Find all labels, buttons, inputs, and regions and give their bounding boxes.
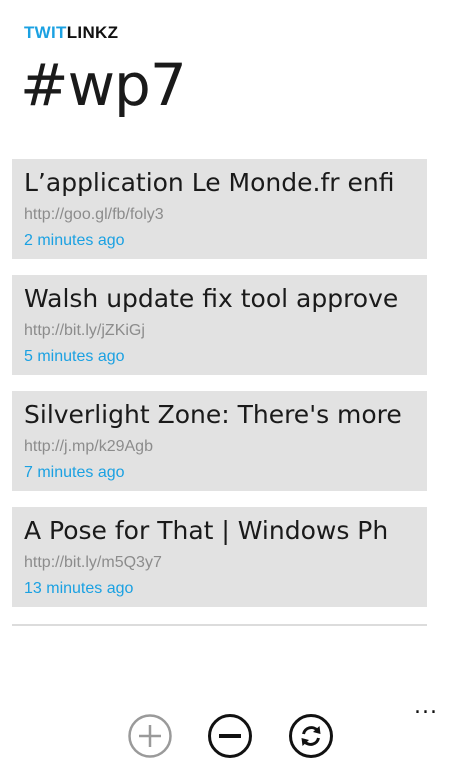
more-options-button[interactable]: ... — [408, 696, 444, 724]
refresh-icon — [289, 714, 333, 758]
refresh-button[interactable] — [288, 713, 334, 759]
remove-button[interactable] — [207, 713, 253, 759]
list-item[interactable]: A Pose for That | Windows Ph http://bit.… — [12, 507, 427, 607]
item-url[interactable]: http://j.mp/k29Agb — [24, 438, 153, 456]
item-timestamp: 2 minutes ago — [24, 232, 125, 249]
item-title: L’application Le Monde.fr enfi — [24, 168, 395, 197]
list-divider — [12, 624, 427, 626]
list-item[interactable]: L’application Le Monde.fr enfi http://go… — [12, 159, 427, 259]
app-title-twit: TWIT — [24, 23, 67, 42]
app-title: TWITLINKZ — [24, 23, 118, 43]
item-title: A Pose for That | Windows Ph — [24, 516, 389, 545]
plus-icon — [128, 714, 172, 758]
item-title: Silverlight Zone: There's more — [24, 400, 402, 429]
item-url[interactable]: http://bit.ly/jZKiGj — [24, 322, 145, 340]
page-title: #wp7 — [20, 51, 187, 119]
app-title-linkz: LINKZ — [66, 23, 119, 42]
link-list: L’application Le Monde.fr enfi http://go… — [12, 159, 427, 623]
item-timestamp: 7 minutes ago — [24, 464, 125, 481]
list-item[interactable]: Silverlight Zone: There's more http://j.… — [12, 391, 427, 491]
item-url[interactable]: http://goo.gl/fb/foly3 — [24, 206, 164, 224]
minus-icon — [208, 714, 252, 758]
application-bar: ... — [0, 696, 461, 768]
item-url[interactable]: http://bit.ly/m5Q3y7 — [24, 554, 162, 572]
list-item[interactable]: Walsh update fix tool approve http://bit… — [12, 275, 427, 375]
item-timestamp: 5 minutes ago — [24, 348, 125, 365]
add-button[interactable] — [127, 713, 173, 759]
item-title: Walsh update fix tool approve — [24, 284, 399, 313]
item-timestamp: 13 minutes ago — [24, 580, 134, 597]
